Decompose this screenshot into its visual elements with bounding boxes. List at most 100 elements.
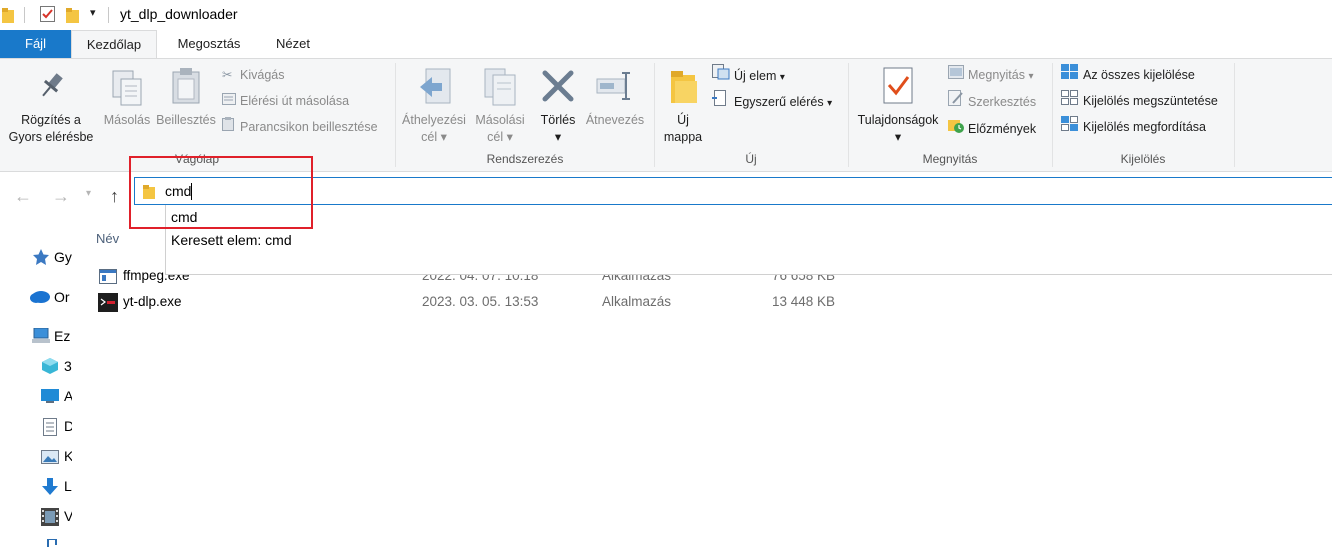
- computer-icon: [32, 327, 50, 347]
- invert-selection-icon: [1061, 116, 1083, 138]
- delete-button[interactable]: Törlés ▾: [536, 63, 580, 149]
- videos-icon: [41, 508, 59, 529]
- cloud-icon: [30, 289, 50, 306]
- pin-icon: [38, 71, 66, 104]
- tab-home[interactable]: Kezdőlap: [71, 30, 157, 58]
- recent-locations-chevron-icon[interactable]: ▾: [86, 188, 91, 199]
- properties-quick-icon[interactable]: [40, 6, 56, 26]
- chevron-down-icon: ▾: [827, 98, 833, 109]
- new-group-label: Új: [745, 152, 757, 166]
- documents-icon: [43, 418, 57, 439]
- nav-item-pictures[interactable]: K: [64, 448, 72, 472]
- chevron-down-icon: ▾: [894, 130, 902, 144]
- open-button[interactable]: Megnyitás ▾: [948, 64, 1034, 86]
- downloads-icon: [41, 478, 59, 499]
- copy-path-button[interactable]: Elérési út másolása: [222, 90, 349, 112]
- new-item-button[interactable]: Új elem ▾: [712, 64, 785, 86]
- customize-quick-access-icon[interactable]: ▾: [90, 6, 96, 19]
- edit-button[interactable]: Szerkesztés: [948, 90, 1036, 112]
- file-date: 2023. 03. 05. 13:53: [422, 294, 539, 309]
- move-to-icon: [418, 67, 452, 110]
- easy-access-button[interactable]: Egyszerű elérés ▾: [712, 90, 832, 112]
- open-group-label: Megnyitás: [922, 152, 978, 166]
- invert-selection-button[interactable]: Kijelölés megfordítása: [1061, 116, 1206, 138]
- move-to-label-line1: Áthelyezési: [402, 113, 466, 127]
- file-row[interactable]: yt-dlp.exe 2023. 03. 05. 13:53 Alkalmazá…: [96, 291, 856, 315]
- paste-label: Beillesztés: [156, 113, 216, 127]
- new-folder-icon: [669, 69, 697, 106]
- pin-quick-access-button[interactable]: Rögzítés a Gyors elérésbe: [2, 63, 100, 149]
- move-to-label-line2: cél ▾: [421, 130, 447, 144]
- easy-access-icon: [712, 90, 734, 113]
- scissors-icon: ✂: [222, 68, 233, 82]
- paste-shortcut-label: Parancsikon beillesztése: [240, 120, 378, 134]
- properties-button[interactable]: Tulajdonságok ▾: [852, 63, 944, 149]
- organize-group-label: Rendszerezés: [486, 152, 564, 166]
- delete-x-icon: [541, 69, 575, 106]
- nav-item-desktop[interactable]: A: [64, 388, 72, 412]
- select-all-button[interactable]: Az összes kijelölése: [1061, 64, 1195, 86]
- nav-item-quick-access[interactable]: Gy: [54, 249, 72, 273]
- rename-label: Átnevezés: [585, 113, 645, 127]
- new-folder-quick-icon[interactable]: [66, 7, 79, 26]
- chevron-down-icon: ▾: [779, 72, 785, 83]
- ribbon: Rögzítés a Gyors elérésbe Másolás Beille…: [0, 58, 1332, 172]
- history-button[interactable]: Előzmények: [948, 117, 1036, 139]
- copy-to-icon: [483, 67, 517, 110]
- paste-shortcut-button[interactable]: Parancsikon beillesztése: [222, 116, 378, 138]
- pin-label-line1: Rögzítés a: [21, 113, 81, 127]
- tab-file[interactable]: Fájl: [0, 30, 71, 58]
- history-label: Előzmények: [968, 122, 1037, 136]
- star-icon: [32, 248, 50, 269]
- nav-item-documents[interactable]: D: [64, 418, 72, 442]
- history-icon: [948, 117, 968, 140]
- title-separator: [108, 7, 109, 23]
- file-name: yt-dlp.exe: [123, 294, 182, 309]
- desktop-icon: [41, 389, 59, 406]
- select-group-label: Kijelölés: [1120, 152, 1166, 166]
- select-none-icon: [1061, 90, 1083, 112]
- move-to-button[interactable]: Áthelyezési cél ▾: [398, 63, 470, 149]
- tab-view[interactable]: Nézet: [262, 30, 324, 58]
- column-header-name[interactable]: Név: [96, 231, 119, 246]
- address-bar[interactable]: cmd: [134, 177, 1332, 205]
- file-size: 13 448 KB: [771, 294, 835, 309]
- rename-button[interactable]: Átnevezés: [584, 63, 646, 149]
- exe-app-icon: [99, 269, 117, 287]
- back-arrow-icon[interactable]: ←: [14, 186, 32, 207]
- chevron-down-icon: ▾: [554, 130, 562, 144]
- chevron-down-icon: ▾: [1028, 71, 1034, 82]
- address-suggestions-dropdown: cmd Keresett elem: cmd: [165, 205, 1332, 275]
- forward-arrow-icon[interactable]: →: [52, 186, 70, 207]
- new-folder-label-line1: Új: [677, 113, 689, 127]
- copy-label: Másolás: [103, 113, 151, 127]
- edit-label: Szerkesztés: [968, 95, 1037, 109]
- tab-share[interactable]: Megosztás: [167, 30, 251, 58]
- pin-label-line2: Gyors elérésbe: [8, 130, 94, 144]
- cut-button[interactable]: ✂ Kivágás: [222, 64, 284, 86]
- chevron-down-icon: ▾: [506, 130, 513, 144]
- file-type: Alkalmazás: [602, 294, 672, 309]
- nav-item-onedrive[interactable]: Or: [54, 289, 72, 313]
- 3d-objects-icon: [42, 358, 58, 377]
- nav-item-videos[interactable]: V: [64, 508, 72, 532]
- nav-item-this-pc[interactable]: Ez: [54, 328, 72, 352]
- select-all-label: Az összes kijelölése: [1083, 68, 1195, 82]
- new-folder-button[interactable]: Új mappa: [658, 63, 708, 149]
- navigation-pane: Gy Or Ez 3 A D K L V: [0, 220, 72, 548]
- nav-item-3d-objects[interactable]: 3: [64, 358, 72, 382]
- properties-label: Tulajdonságok: [857, 113, 939, 127]
- copy-button[interactable]: Másolás: [100, 63, 154, 149]
- nav-item-downloads[interactable]: L: [64, 478, 72, 502]
- group-separator: [1234, 63, 1235, 167]
- select-none-button[interactable]: Kijelölés megszüntetése: [1061, 90, 1218, 112]
- edit-icon: [948, 90, 968, 113]
- copy-to-button[interactable]: Másolási cél ▾: [470, 63, 530, 149]
- up-arrow-icon[interactable]: ↑: [110, 186, 119, 207]
- title-bar: ▾ yt_dlp_downloader: [0, 0, 1332, 30]
- rename-icon: [596, 71, 634, 106]
- suggestion-item[interactable]: Keresett elem: cmd: [171, 232, 292, 248]
- paste-button[interactable]: Beillesztés: [154, 63, 218, 149]
- easy-access-label: Egyszerű elérés: [734, 95, 824, 109]
- new-folder-label-line2: mappa: [663, 130, 703, 144]
